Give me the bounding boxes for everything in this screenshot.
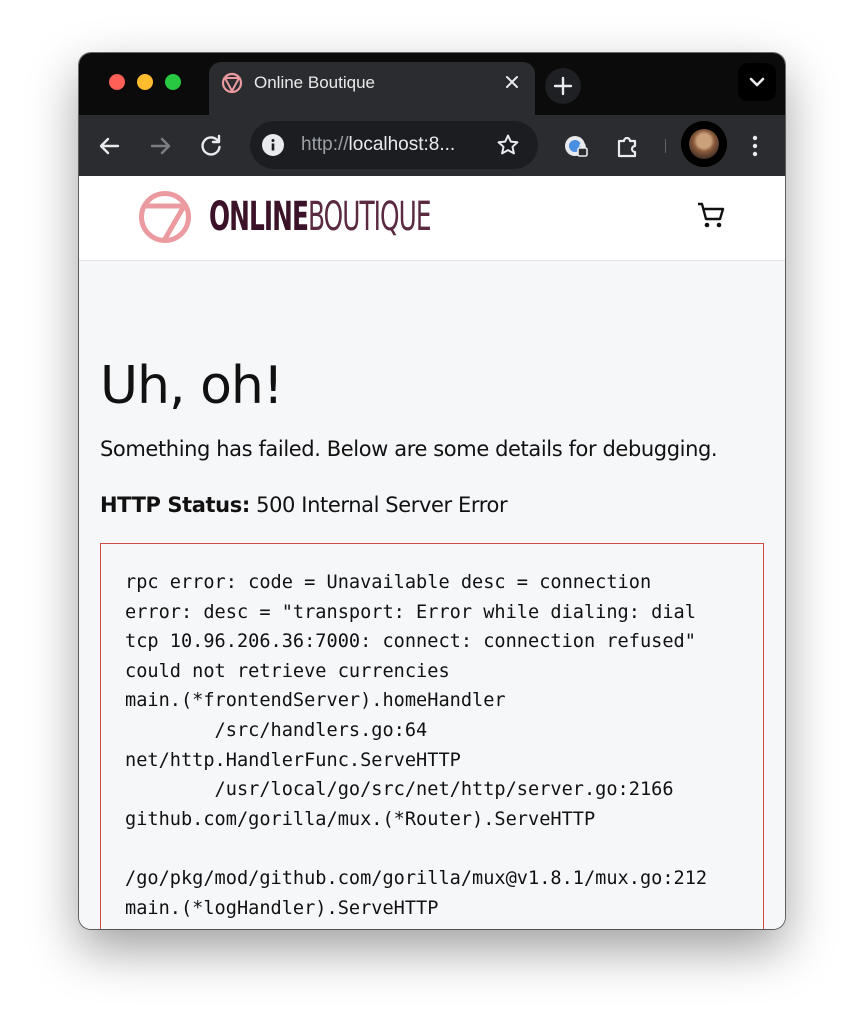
- extensions-puzzle-icon[interactable]: [610, 129, 644, 163]
- tab-strip: Online Boutique: [79, 53, 785, 115]
- logo-text-bold: ONLINE: [209, 194, 309, 240]
- http-status-value: 500 Internal Server Error: [249, 493, 508, 517]
- error-details-text: rpc error: code = Unavailable desc = con…: [125, 572, 708, 919]
- shopping-cart-icon[interactable]: [696, 200, 726, 230]
- error-heading: Uh, oh!: [100, 356, 284, 416]
- tab-title: Online Boutique: [254, 73, 375, 92]
- profile-button[interactable]: [681, 121, 727, 167]
- back-arrow-icon[interactable]: [93, 129, 127, 163]
- browser-window: Online Boutique http://localhost:8... ON…: [79, 53, 785, 929]
- logo-text-light: BOUTIQUE: [307, 194, 432, 240]
- site-header: ONLINEBOUTIQUE: [79, 176, 785, 261]
- bookmark-star-icon[interactable]: [496, 133, 520, 157]
- url-prefix: http://: [301, 134, 349, 155]
- page-content: ONLINEBOUTIQUE Uh, oh! Something has fai…: [79, 176, 785, 929]
- chevron-down-icon: [749, 77, 765, 87]
- more-menu-icon[interactable]: [743, 129, 767, 163]
- http-status: HTTP Status: 500 Internal Server Error: [100, 491, 508, 519]
- avatar: [689, 129, 719, 159]
- site-info-icon[interactable]: [262, 134, 284, 156]
- reload-icon[interactable]: [194, 129, 228, 163]
- new-tab-icon[interactable]: [545, 68, 581, 104]
- online-boutique-logo-icon[interactable]: [138, 189, 192, 245]
- tab-search-button[interactable]: [738, 63, 776, 101]
- toolbar-separator: [665, 139, 666, 153]
- error-message: Something has failed. Below are some det…: [100, 437, 718, 461]
- url-text[interactable]: http://localhost:8...: [301, 134, 455, 156]
- http-status-label: HTTP Status:: [100, 493, 250, 517]
- forward-arrow-icon[interactable]: [143, 129, 177, 163]
- site-favicon-icon: [221, 72, 243, 94]
- address-bar[interactable]: http://localhost:8...: [250, 121, 538, 169]
- maximize-window-button[interactable]: [165, 74, 181, 90]
- minimize-window-button[interactable]: [137, 74, 153, 90]
- close-window-button[interactable]: [109, 74, 125, 90]
- error-details-box: rpc error: code = Unavailable desc = con…: [100, 543, 764, 929]
- online-boutique-logo[interactable]: ONLINEBOUTIQUE: [209, 192, 432, 242]
- url-host: localhost:8...: [348, 134, 456, 155]
- extension-lock-icon[interactable]: [559, 129, 593, 163]
- close-tab-icon[interactable]: [501, 71, 523, 93]
- browser-toolbar: http://localhost:8...: [79, 115, 785, 176]
- tab-online-boutique[interactable]: Online Boutique: [209, 62, 535, 115]
